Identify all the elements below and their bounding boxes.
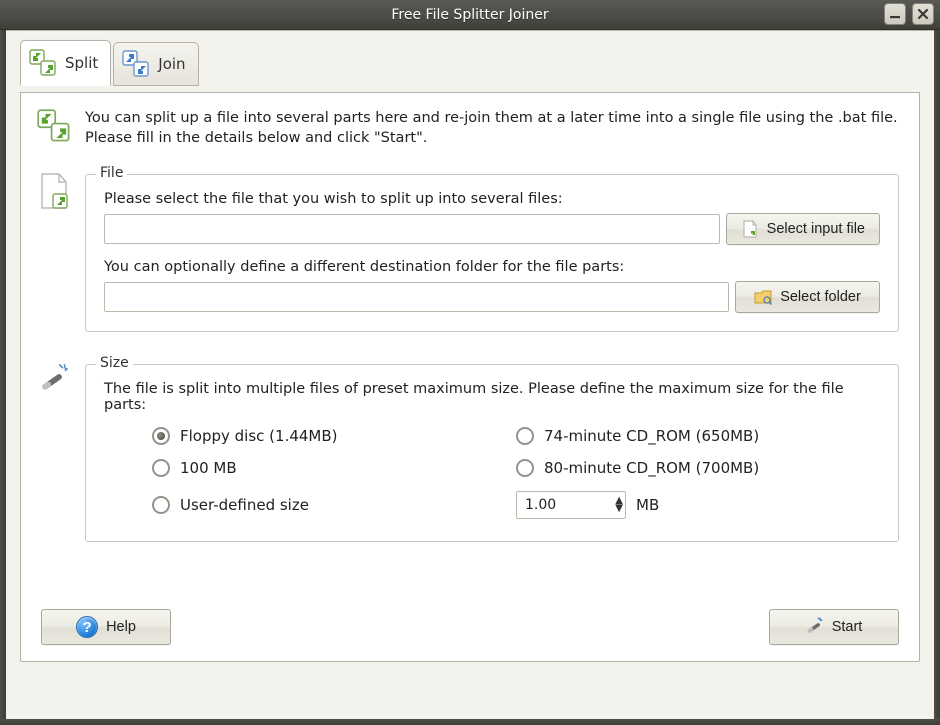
tab-split[interactable]: Split <box>20 40 111 86</box>
select-input-file-label: Select input file <box>767 221 865 237</box>
radio-user-label: User-defined size <box>180 496 309 514</box>
radio-cd74[interactable]: 74-minute CD_ROM (650MB) <box>516 427 880 445</box>
select-file-prompt: Please select the file that you wish to … <box>104 191 880 207</box>
split-panel: You can split up a file into several par… <box>20 93 920 662</box>
radio-cd74-label: 74-minute CD_ROM (650MB) <box>544 427 759 445</box>
custom-size-value: 1.00 <box>525 497 556 513</box>
input-file-field[interactable] <box>104 214 720 244</box>
select-folder-label: Select folder <box>780 289 861 305</box>
dest-folder-field[interactable] <box>104 282 729 312</box>
client-area: Split Join <box>6 30 934 719</box>
help-icon: ? <box>76 616 98 638</box>
file-icon <box>741 220 759 238</box>
file-groupbox-legend: File <box>96 165 127 181</box>
radio-icon <box>516 459 534 477</box>
close-button[interactable] <box>912 3 934 25</box>
radio-icon <box>152 427 170 445</box>
tab-join-label: Join <box>158 55 185 73</box>
window-controls <box>884 3 934 25</box>
radio-floppy[interactable]: Floppy disc (1.44MB) <box>152 427 516 445</box>
radio-floppy-label: Floppy disc (1.44MB) <box>180 427 338 445</box>
radio-user-defined[interactable]: User-defined size <box>152 491 516 519</box>
size-options: Floppy disc (1.44MB) 74-minute CD_ROM (6… <box>104 427 880 519</box>
select-folder-button[interactable]: Select folder <box>735 281 880 313</box>
join-icon <box>122 50 150 78</box>
help-button-label: Help <box>106 619 136 635</box>
folder-icon <box>754 288 772 306</box>
radio-icon <box>516 427 534 445</box>
size-groupbox-legend: Size <box>96 355 133 371</box>
size-prompt: The file is split into multiple files of… <box>104 381 880 413</box>
minimize-button[interactable] <box>884 3 906 25</box>
tab-join[interactable]: Join <box>113 42 198 86</box>
intro-split-icon <box>37 109 73 147</box>
title-bar: Free File Splitter Joiner <box>0 0 940 30</box>
radio-cd80[interactable]: 80-minute CD_ROM (700MB) <box>516 459 880 477</box>
custom-size-unit: MB <box>636 496 659 514</box>
custom-size-spinner[interactable]: 1.00 ▲ ▼ <box>516 491 626 519</box>
wand-icon <box>806 616 824 638</box>
radio-cd80-label: 80-minute CD_ROM (700MB) <box>544 459 759 477</box>
radio-icon <box>152 496 170 514</box>
start-button[interactable]: Start <box>769 609 899 645</box>
intro-text: You can split up a file into several par… <box>85 109 899 148</box>
spinner-down[interactable]: ▼ <box>615 505 623 513</box>
window-title: Free File Splitter Joiner <box>391 7 548 23</box>
select-input-file-button[interactable]: Select input file <box>726 213 880 245</box>
start-button-label: Start <box>832 619 863 635</box>
radio-icon <box>152 459 170 477</box>
size-groupbox: Size The file is split into multiple fil… <box>85 364 899 542</box>
file-section-icon <box>37 166 73 216</box>
file-groupbox: File Please select the file that you wis… <box>85 174 899 332</box>
tab-split-label: Split <box>65 54 98 72</box>
size-section-icon <box>37 356 73 400</box>
radio-100mb[interactable]: 100 MB <box>152 459 516 477</box>
split-icon <box>29 49 57 77</box>
radio-100mb-label: 100 MB <box>180 459 237 477</box>
tab-strip: Split Join <box>20 39 920 93</box>
help-button[interactable]: ? Help <box>41 609 171 645</box>
dest-folder-prompt: You can optionally define a different de… <box>104 259 880 275</box>
